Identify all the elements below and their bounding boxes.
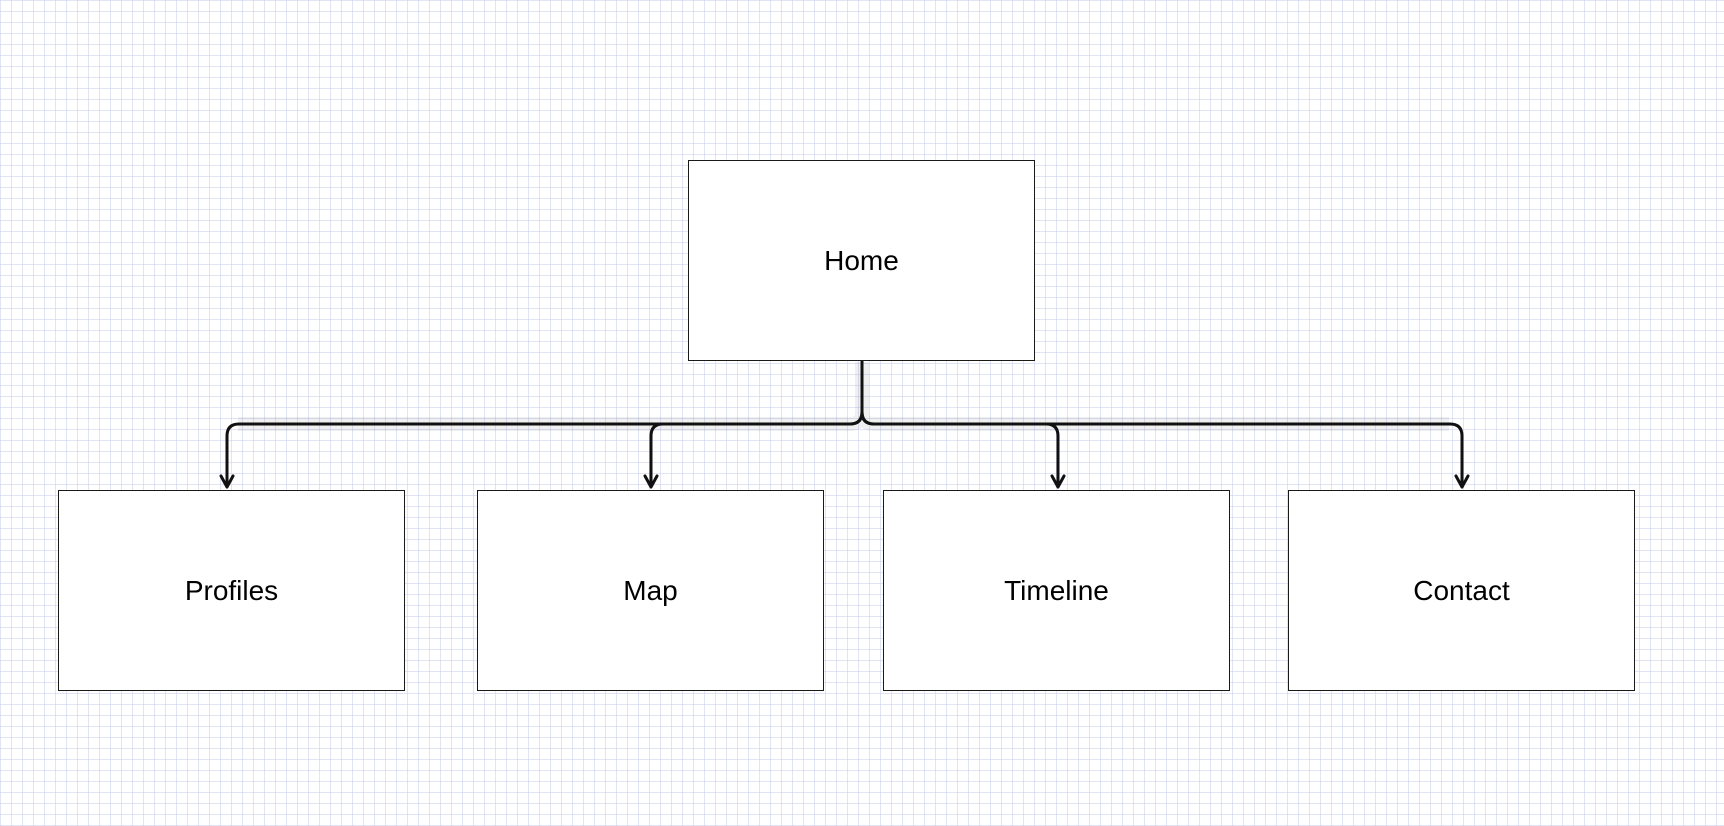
connector-shadow <box>238 362 1449 431</box>
node-map[interactable]: Map <box>477 490 824 691</box>
connectors-layer <box>219 359 1470 489</box>
node-contact-label: Contact <box>1413 574 1510 606</box>
node-profiles-label: Profiles <box>184 574 279 606</box>
node-profiles[interactable]: Profiles <box>58 490 405 691</box>
edge-home-contact[interactable] <box>860 359 1464 488</box>
node-home-label: Home <box>824 244 899 276</box>
node-home[interactable]: Home <box>688 160 1035 361</box>
node-timeline-label: Timeline <box>1004 574 1109 606</box>
node-map-label: Map <box>623 574 678 606</box>
node-timeline[interactable]: Timeline <box>883 490 1230 691</box>
node-contact[interactable]: Contact <box>1288 490 1635 691</box>
edge-home-map[interactable] <box>649 359 864 488</box>
diagram-canvas[interactable]: Home Profiles Map Timeline Contact <box>0 0 1724 826</box>
